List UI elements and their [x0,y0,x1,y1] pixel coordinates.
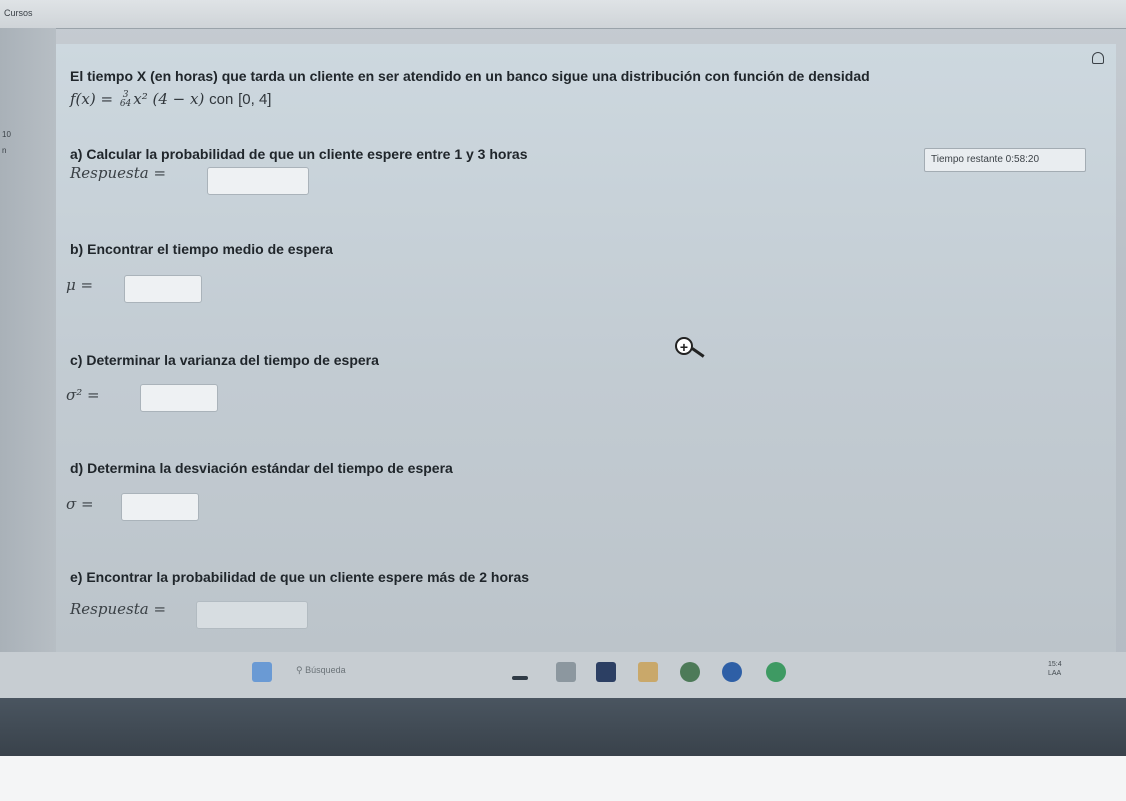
monitor-bezel [0,698,1126,756]
browser-icon[interactable] [722,662,742,682]
answer-e-input[interactable] [196,601,308,629]
answer-b-input[interactable] [124,275,202,303]
search-icon: ⚲ [296,665,303,675]
density-con: con [209,91,234,108]
density-function: f(x) = 3 64 x² (4 − x) con [0, 4] [70,90,271,109]
answer-d-input[interactable] [121,493,199,521]
question-a: a) Calcular la probabilidad de que un cl… [70,146,528,162]
app-icon[interactable] [596,662,616,682]
clock-date: LAA [1048,670,1062,677]
answer-e-label: Respuesta = [70,600,167,618]
window-title-bar: Cursos [0,0,1126,29]
density-domain: [0, 4] [238,91,272,108]
answer-a-input[interactable] [207,167,309,195]
question-panel [56,44,1116,654]
clock-time: 15:4 [1048,661,1062,668]
answer-c-input[interactable] [140,384,218,412]
desk-surface [0,756,1126,801]
question-e: e) Encontrar la probabilidad de que un c… [70,569,530,585]
chrome-icon[interactable] [680,662,700,682]
sidebar-mark: 10 [2,130,11,139]
file-explorer-icon[interactable] [512,676,528,680]
question-c: c) Determinar la varianza del tiempo de … [70,352,379,368]
left-sidebar: 10 n [0,28,56,663]
answer-c-label: σ² = [66,386,100,404]
density-denominator: 64 [119,99,132,109]
store-icon[interactable] [556,662,576,682]
answer-b-label: μ = [66,276,94,294]
app-title: Cursos [4,8,33,18]
answer-d-label: σ = [66,495,94,513]
question-d: d) Determina la desviación estándar del … [70,460,453,476]
density-lhs: f(x) = [70,90,118,108]
taskbar-search[interactable]: ⚲ Búsqueda [296,665,346,676]
problem-statement: El tiempo X (en horas) que tarda un clie… [70,68,870,84]
folder-icon[interactable] [638,662,658,682]
answer-a-label: Respuesta = [70,164,167,182]
start-icon[interactable] [252,662,272,682]
zoom-in-icon[interactable]: + [675,337,693,355]
sidebar-mark: n [2,146,7,155]
whatsapp-icon[interactable] [766,662,786,682]
search-placeholder: Búsqueda [305,665,346,675]
bell-icon[interactable] [1092,52,1104,64]
screen: Cursos 10 n El tiempo X (en horas) que t… [0,0,1126,700]
taskbar-clock: 15:4 LAA [1048,660,1062,678]
time-remaining: Tiempo restante 0:58:20 [924,148,1086,172]
density-rhs: x² (4 − x) [133,90,205,108]
question-b: b) Encontrar el tiempo medio de espera [70,241,333,257]
density-fraction: 3 64 [120,91,131,109]
